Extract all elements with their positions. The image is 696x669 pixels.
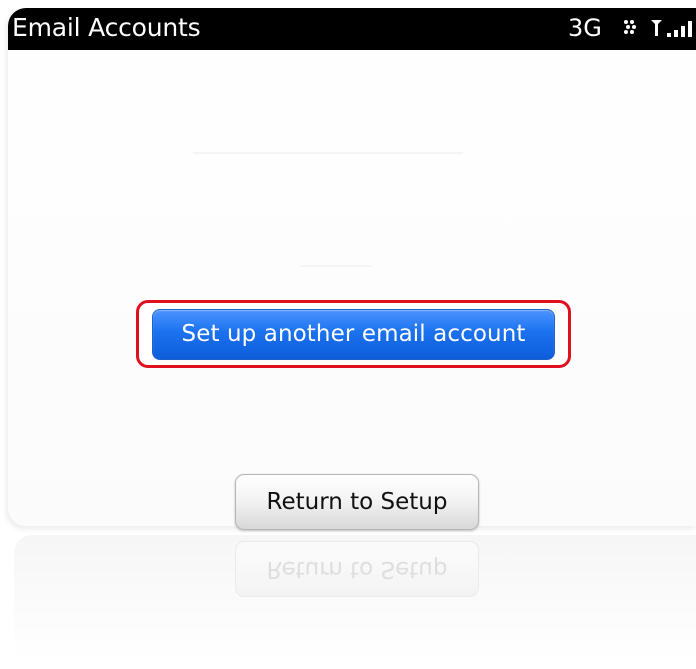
- app-title: Email Accounts: [12, 13, 201, 42]
- device-screen: Email Accounts 3G: [8, 8, 696, 526]
- return-to-setup-button-reflection: Return to Setup: [235, 541, 479, 597]
- set-up-another-email-account-button[interactable]: Set up another email account: [152, 309, 555, 360]
- blackberry-logo-icon: [624, 20, 636, 34]
- return-to-setup-button[interactable]: Return to Setup: [235, 474, 479, 530]
- network-indicator: 3G: [568, 14, 602, 42]
- status-bar: Email Accounts 3G: [8, 8, 696, 50]
- faint-separator-line: [300, 265, 372, 267]
- faint-separator-line: [193, 152, 463, 154]
- signal-strength-icon: [651, 20, 692, 37]
